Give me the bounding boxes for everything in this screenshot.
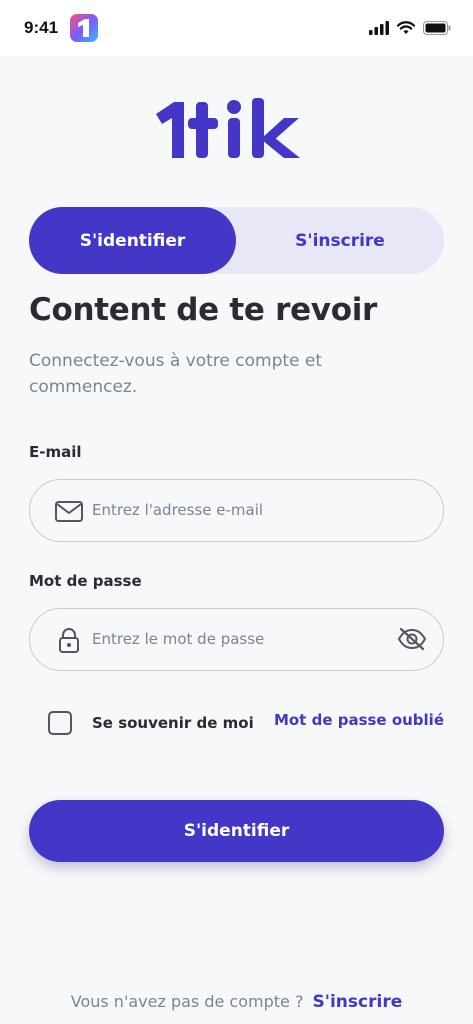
lock-icon xyxy=(59,628,79,653)
app-badge-icon xyxy=(70,14,98,42)
sign-in-button[interactable]: S'identifier xyxy=(29,800,444,862)
email-label: E-mail xyxy=(29,443,82,461)
status-icons xyxy=(369,18,451,38)
battery-icon xyxy=(423,21,451,35)
email-field[interactable] xyxy=(29,479,444,542)
forgot-password-link[interactable]: Mot de passe oublié xyxy=(274,711,444,729)
tab-sign-in[interactable]: S'identifier xyxy=(29,207,236,274)
wifi-icon xyxy=(397,21,415,34)
signup-prompt-text: Vous n'avez pas de compte ? xyxy=(70,992,304,1011)
mail-icon xyxy=(55,501,83,522)
remember-me-row: Se souvenir de moi xyxy=(48,708,254,738)
signup-link[interactable]: S'inscrire xyxy=(313,992,403,1012)
brand-logo: 1tik xyxy=(156,98,300,158)
cellular-signal-icon xyxy=(369,21,389,35)
password-input[interactable] xyxy=(92,609,392,669)
password-label: Mot de passe xyxy=(29,572,142,590)
password-field[interactable] xyxy=(29,608,444,671)
email-input[interactable] xyxy=(92,480,392,540)
eye-off-icon[interactable] xyxy=(397,626,427,652)
page-subtitle: Connectez-vous à votre compte et commenc… xyxy=(29,351,323,397)
auth-tab-switch: S'identifier S'inscrire xyxy=(29,207,444,274)
page-title: Content de te revoir xyxy=(29,292,378,328)
status-bar: 9:41 xyxy=(0,0,473,56)
remember-me-label[interactable]: Se souvenir de moi xyxy=(92,714,254,732)
status-time: 9:41 xyxy=(24,18,59,37)
remember-me-checkbox[interactable] xyxy=(48,711,72,735)
signup-prompt: Vous n'avez pas de compte ? S'inscrire xyxy=(0,992,473,1012)
tab-sign-up[interactable]: S'inscrire xyxy=(236,207,444,274)
